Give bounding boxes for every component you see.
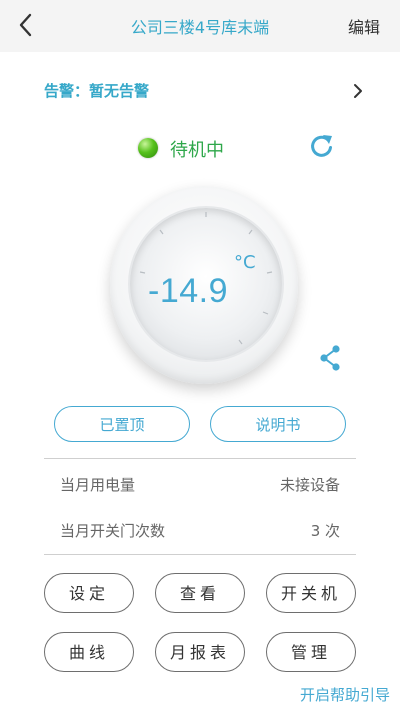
thermostat-dial: -14.9 °C (110, 186, 300, 386)
pin-button[interactable]: 已置顶 (54, 406, 190, 442)
alarm-row[interactable]: 告警：暂无告警 (44, 78, 364, 104)
temperature-value: -14.9 (148, 272, 228, 310)
share-icon[interactable] (318, 344, 342, 372)
status-text: 待机中 (170, 140, 224, 161)
temperature-unit: °C (234, 252, 256, 273)
power-button[interactable]: 开关机 (266, 573, 356, 613)
info-label: 当月开关门次数 (60, 522, 166, 540)
manage-button[interactable]: 管理 (266, 632, 356, 672)
device-status: 待机中 (0, 134, 400, 162)
edit-button[interactable]: 编辑 (348, 14, 380, 38)
settings-button[interactable]: 设定 (44, 573, 134, 613)
info-row-power: 当月用电量 未接设备 (60, 474, 340, 498)
help-guide-link[interactable]: 开启帮助引导 (300, 684, 390, 705)
info-value: 未接设备 (279, 476, 340, 494)
monthly-report-button[interactable]: 月报表 (155, 632, 245, 672)
back-button[interactable] (16, 12, 36, 38)
chevron-left-icon (19, 13, 32, 37)
curve-button[interactable]: 曲线 (44, 632, 134, 672)
chevron-right-icon (354, 84, 362, 98)
refresh-icon[interactable] (309, 132, 335, 160)
view-button[interactable]: 查看 (155, 573, 245, 613)
page-title: 公司三楼4号库末端 (130, 18, 270, 37)
manual-button[interactable]: 说明书 (210, 406, 346, 442)
divider (44, 458, 356, 459)
info-label: 当月用电量 (60, 476, 136, 494)
status-indicator (138, 138, 158, 158)
info-value: 3 次 (310, 522, 340, 540)
divider (44, 554, 356, 555)
alarm-status-text: 告警：暂无告警 (44, 82, 150, 100)
info-row-door-count: 当月开关门次数 3 次 (60, 520, 340, 544)
top-bar: 公司三楼4号库末端 编辑 (0, 0, 400, 52)
